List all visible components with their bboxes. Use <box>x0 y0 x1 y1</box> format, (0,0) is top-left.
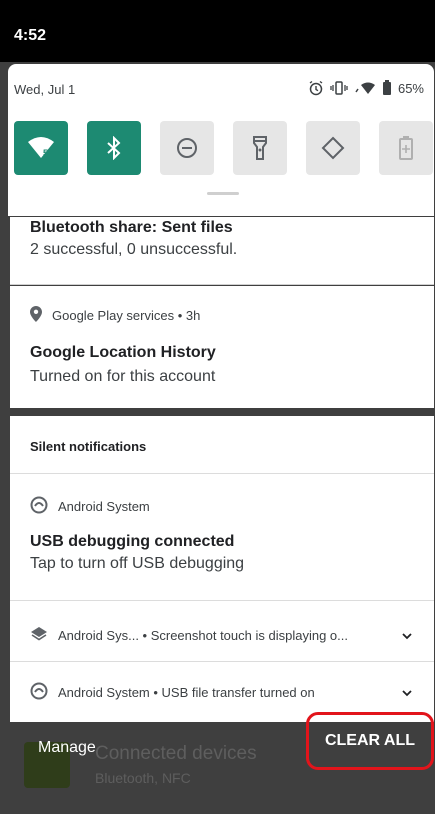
layers-icon <box>30 625 48 646</box>
auto-rotate-icon <box>321 136 345 160</box>
flashlight-tile[interactable] <box>233 121 287 175</box>
clear-all-label: CLEAR ALL <box>324 732 416 749</box>
alarm-icon <box>308 80 324 96</box>
bluetooth-tile[interactable] <box>87 121 141 175</box>
background-settings-title: Connected devices <box>95 743 257 764</box>
bluetooth-icon <box>107 136 121 160</box>
quick-settings-panel: Wed, Jul 1 65% 5 <box>8 64 434 216</box>
status-bar: 4:52 <box>0 0 435 62</box>
clock: 4:52 <box>14 27 47 44</box>
notification-title: Bluetooth share: Sent files <box>30 219 233 236</box>
wifi-icon: 5 <box>28 137 54 158</box>
silent-notifications-section: Silent notifications Android System USB … <box>10 416 434 722</box>
notification-text: 2 successful, 0 unsuccessful. <box>30 241 238 258</box>
notification-bluetooth-share[interactable]: Bluetooth share: Sent files 2 successful… <box>10 217 434 284</box>
notification-header: Google Play services • 3h <box>30 306 200 325</box>
notification-summary: Android System • USB file transfer turne… <box>58 685 315 700</box>
do-not-disturb-icon <box>177 138 197 158</box>
location-pin-icon <box>30 306 42 325</box>
divider <box>10 600 434 601</box>
notification-header: Android System <box>30 496 150 517</box>
battery-saver-icon <box>399 136 413 160</box>
notification-header: Android System • USB file transfer turne… <box>30 682 315 703</box>
notification-header: Android Sys... • Screenshot touch is dis… <box>30 625 348 646</box>
notification-summary: Android Sys... • Screenshot touch is dis… <box>58 628 348 643</box>
notification-text: Turned on for this account <box>30 368 216 385</box>
background-settings-subtitle: Bluetooth, NFC <box>95 770 191 786</box>
svg-text:5: 5 <box>43 148 48 158</box>
section-header: Silent notifications <box>30 439 147 454</box>
wifi-tile[interactable]: 5 <box>14 121 68 175</box>
battery-icon <box>382 80 392 96</box>
status-icons: 65% <box>308 80 424 96</box>
drag-handle[interactable] <box>207 192 239 195</box>
notification-text: Tap to turn off USB debugging <box>30 555 245 572</box>
divider <box>10 661 434 662</box>
auto-rotate-tile[interactable] <box>306 121 360 175</box>
clear-all-button[interactable]: CLEAR ALL <box>306 712 434 770</box>
vibrate-icon <box>330 81 348 95</box>
battery-percent: 65% <box>397 80 424 96</box>
manage-button[interactable]: Manage <box>38 739 96 757</box>
flashlight-icon <box>253 136 267 160</box>
quick-settings-tiles: 5 <box>14 121 433 175</box>
app-name: Android System <box>58 499 150 514</box>
app-name: Google Play services • 3h <box>52 308 201 323</box>
wifi-status-icon <box>354 81 376 95</box>
battery-saver-tile[interactable] <box>379 121 433 175</box>
chevron-down-icon[interactable] <box>402 627 412 645</box>
notification-google-location[interactable]: Google Play services • 3h Google Locatio… <box>10 286 434 408</box>
chevron-down-icon[interactable] <box>402 684 412 702</box>
date-label: Wed, Jul 1 <box>14 82 76 97</box>
do-not-disturb-tile[interactable] <box>160 121 214 175</box>
notification-title: USB debugging connected <box>30 533 235 550</box>
android-system-icon <box>30 496 48 517</box>
divider <box>10 284 434 285</box>
notification-title: Google Location History <box>30 344 216 361</box>
android-system-icon <box>30 682 48 703</box>
divider <box>10 473 434 474</box>
